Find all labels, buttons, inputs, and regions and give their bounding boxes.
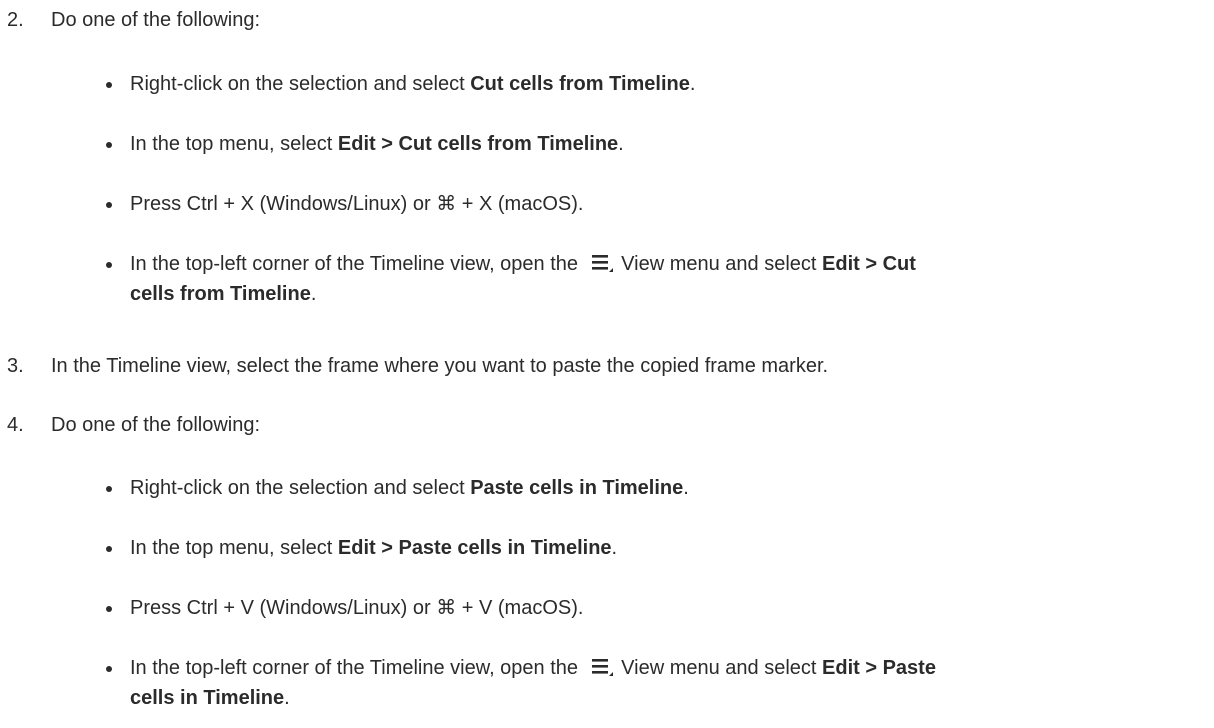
bullet-text: In the top menu, select [130, 133, 338, 155]
bullet-text-mid: View menu and select [615, 253, 823, 275]
step-text: Do one of the following: [51, 9, 261, 31]
step-number: 3. [7, 355, 24, 377]
bullet-text-end: . [284, 687, 290, 709]
command-name-cont: cells from Timeline [130, 283, 311, 305]
command-name: Edit > Cut cells from Timeline [337, 133, 619, 155]
step-number: 4. [7, 414, 24, 436]
bullet-text: In the top-left corner of the Timeline v… [130, 657, 584, 679]
bullet-dot [106, 606, 112, 612]
command-name: Edit > Paste [822, 657, 936, 679]
bullet-text: Right-click on the selection and select [130, 73, 471, 95]
bullet-text: In the top menu, select [130, 537, 338, 559]
bullet-text-end: . [310, 283, 317, 305]
bullet-dot [106, 262, 112, 268]
command-name: Edit > Cut [822, 253, 916, 275]
command-name: Paste cells in Timeline [470, 477, 684, 499]
command-name: Cut cells from Timeline [470, 73, 690, 95]
bullet-dot [106, 202, 112, 208]
step-3: 3. In the Timeline view, select the frame… [7, 351, 1197, 381]
bullet-text: Press Ctrl + V (Windows/Linux) or ⌘ + V … [130, 597, 584, 619]
hamburger-menu-icon [590, 656, 614, 678]
bullet-dot [106, 666, 112, 672]
bullet-text-end: . [689, 73, 696, 95]
bullet-dot [106, 142, 112, 148]
step-text: Do one of the following: [51, 414, 261, 436]
step-text: In the Timeline view, select the frame w… [51, 355, 829, 377]
bullet-text-mid: View menu and select [615, 657, 823, 679]
step-4: 4. Do one of the following: [7, 410, 1197, 440]
bullet-dot [106, 486, 112, 492]
bullet-dot [106, 82, 112, 88]
document-page: 2. Do one of the following: Right-click o… [0, 0, 1214, 728]
bullet-text-end: . [611, 537, 618, 559]
bullet-text: In the top-left corner of the Timeline v… [130, 253, 584, 275]
command-name-cont: cells in Timeline [130, 687, 285, 709]
bullet-text: Press Ctrl + X (Windows/Linux) or ⌘ + X … [130, 193, 584, 215]
bullet-text-end: . [683, 477, 689, 499]
bullet-dot [106, 546, 112, 552]
step-number: 2. [7, 9, 24, 31]
bullet-text-end: . [618, 133, 624, 155]
command-name: Edit > Paste cells in Timeline [337, 537, 612, 559]
hamburger-menu-icon [590, 252, 614, 274]
bullet-text: Right-click on the selection and select [130, 477, 471, 499]
step-2: 2. Do one of the following: [7, 5, 1197, 35]
